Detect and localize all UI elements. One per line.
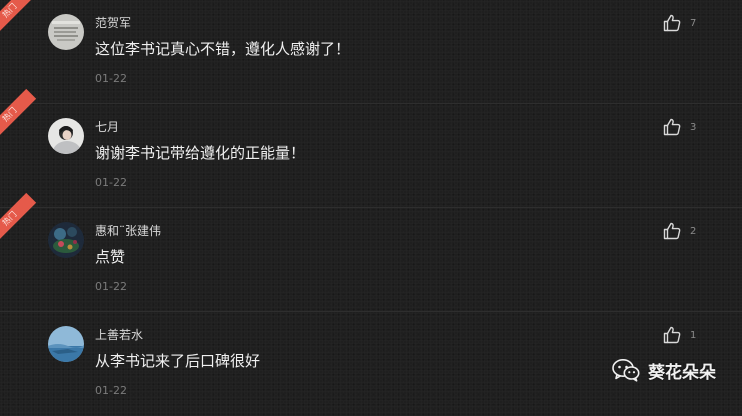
comment-text: 点赞	[95, 248, 126, 266]
thumbs-up-icon	[663, 326, 681, 344]
watermark-text: 葵花朵朵	[648, 362, 716, 383]
watermark: 葵花朵朵	[612, 357, 716, 383]
username[interactable]: 范贺军	[95, 14, 131, 31]
comment-text: 这位李书记真心不错，遵化人感谢了！	[95, 40, 351, 58]
username[interactable]: 惠和¨张建伟	[95, 222, 161, 239]
comment-item: 热门 惠和¨张建伟 点赞 01-22 2	[0, 192, 742, 312]
thumbs-up-icon	[663, 222, 681, 240]
like-count: 7	[690, 18, 697, 29]
wechat-icon	[612, 359, 640, 382]
comment-date: 01-22	[95, 384, 127, 397]
comment-text: 谢谢李书记带给遵化的正能量！	[95, 144, 306, 162]
comment-list: 热门 范贺军 这位李书记真心不错，遵化人感谢了！ 01-22 7 热门 七月 谢…	[0, 0, 742, 403]
like-count: 1	[690, 330, 697, 341]
avatar[interactable]	[48, 14, 84, 50]
username[interactable]: 上善若水	[95, 326, 143, 343]
avatar[interactable]	[48, 326, 84, 362]
like-button[interactable]: 7	[662, 13, 722, 35]
comment-date: 01-22	[95, 176, 127, 189]
thumbs-up-icon	[663, 118, 681, 136]
like-count: 2	[690, 226, 697, 237]
comment-date: 01-22	[95, 280, 127, 293]
like-button[interactable]: 1	[662, 325, 722, 347]
comment-text: 从李书记来了后口碑很好	[95, 352, 261, 370]
comment-item: 热门 七月 谢谢李书记带给遵化的正能量！ 01-22 3	[0, 88, 742, 208]
like-count: 3	[690, 122, 697, 133]
username[interactable]: 七月	[95, 118, 119, 135]
thumbs-up-icon	[663, 14, 681, 32]
comment-item: 热门 范贺军 这位李书记真心不错，遵化人感谢了！ 01-22 7	[0, 0, 742, 104]
avatar[interactable]	[48, 118, 84, 154]
like-button[interactable]: 3	[662, 117, 722, 139]
avatar[interactable]	[48, 222, 84, 258]
comment-date: 01-22	[95, 72, 127, 85]
like-button[interactable]: 2	[662, 221, 722, 243]
hot-badge: 热门	[0, 0, 37, 38]
